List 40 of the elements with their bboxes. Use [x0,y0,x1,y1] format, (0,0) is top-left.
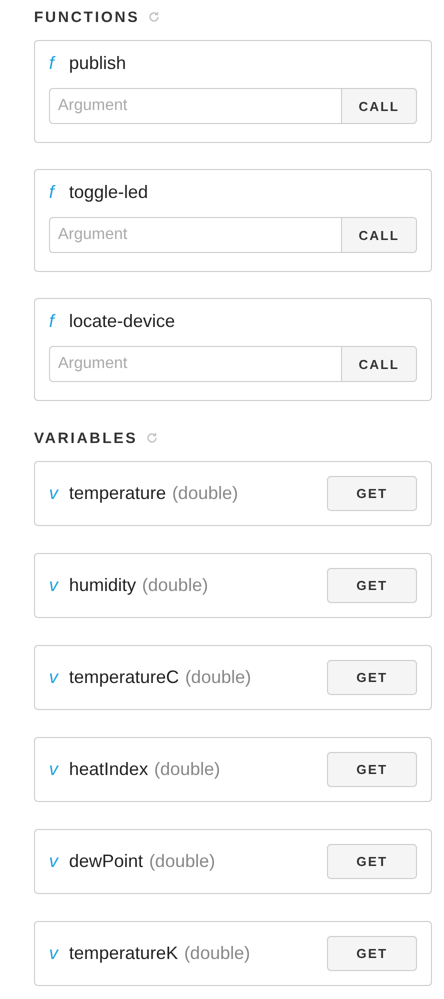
argument-field[interactable]: Argument [49,217,341,253]
call-button[interactable]: CALL [341,217,417,253]
variable-name: temperature [69,483,166,504]
function-name: locate-device [69,311,176,332]
variable-name: humidity [69,575,136,596]
variable-type: (double) [172,483,238,504]
variable-symbol: v [49,483,60,504]
variable-type: (double) [142,575,208,596]
function-symbol: f [49,182,56,203]
variable-type: (double) [149,851,216,872]
function-name: toggle-led [69,182,148,203]
variable-symbol: v [49,943,60,964]
function-name: publish [69,53,126,74]
section-heading: VARIABLES [34,430,138,446]
function-symbol: f [49,311,56,332]
get-button[interactable]: GET [327,844,417,879]
variable-name: heatIndex [69,759,148,780]
get-button[interactable]: GET [327,568,417,603]
get-button[interactable]: GET [327,936,417,971]
variable-type: (double) [154,759,220,780]
variable-type: (double) [185,667,252,688]
variable-type: (double) [184,943,250,964]
variable-name: temperatureC [69,667,180,688]
argument-field[interactable]: Argument [49,346,341,382]
argument-field[interactable]: Argument [49,88,341,124]
refresh-icon[interactable] [148,11,160,23]
function-symbol: f [49,53,56,74]
section-heading: FUNCTIONS [34,8,140,26]
variable-symbol: v [49,851,60,872]
get-button[interactable]: GET [327,660,417,695]
variable-name: temperatureK [69,943,178,964]
variable-symbol: v [49,667,60,688]
variable-symbol: v [49,575,60,596]
get-button[interactable]: GET [327,476,417,511]
call-button[interactable]: CALL [341,346,417,382]
refresh-icon[interactable] [146,432,158,444]
variable-symbol: v [49,759,60,780]
call-button[interactable]: CALL [341,88,417,124]
variable-name: dewPoint [69,851,144,872]
get-button[interactable]: GET [327,752,417,787]
